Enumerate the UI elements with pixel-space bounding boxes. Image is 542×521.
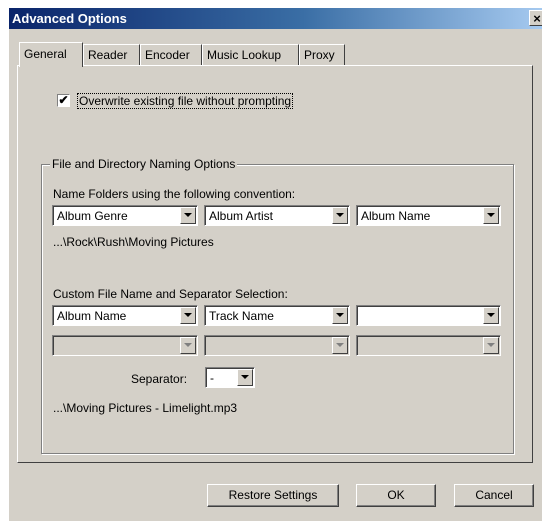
tab-music-lookup-label: Music Lookup — [207, 48, 282, 62]
title-bar: Advanced Options × — [9, 8, 542, 29]
overwrite-checkbox[interactable]: ✔ — [57, 94, 70, 107]
naming-options-title: File and Directory Naming Options — [50, 157, 238, 171]
tab-encoder[interactable]: Encoder — [140, 44, 202, 65]
file-preview: ...\Moving Pictures - Limelight.mp3 — [53, 401, 238, 415]
tab-reader[interactable]: Reader — [83, 44, 140, 65]
separator-select[interactable]: - — [205, 367, 255, 388]
folder-field-1-value: Album Genre — [57, 209, 128, 223]
custom-field-4-select — [52, 335, 198, 356]
tab-encoder-label: Encoder — [145, 48, 190, 62]
folder-preview: ...\Rock\Rush\Moving Pictures — [53, 235, 214, 249]
folder-field-2-value: Album Artist — [209, 209, 274, 223]
chevron-down-icon[interactable] — [332, 207, 348, 224]
chevron-down-icon — [483, 337, 499, 354]
overwrite-label[interactable]: Overwrite existing file without promptin… — [77, 93, 294, 109]
custom-field-2-value: Track Name — [209, 309, 274, 323]
tab-reader-label: Reader — [88, 48, 128, 62]
ok-button[interactable]: OK — [356, 484, 436, 507]
custom-field-2-select[interactable]: Track Name — [204, 305, 350, 326]
tab-proxy[interactable]: Proxy — [299, 44, 345, 65]
folder-field-3-value: Album Name — [361, 209, 431, 223]
cancel-button[interactable]: Cancel — [454, 484, 534, 507]
folder-field-3-select[interactable]: Album Name — [356, 205, 501, 226]
close-icon[interactable]: × — [529, 10, 542, 26]
chevron-down-icon[interactable] — [237, 369, 253, 386]
window-title: Advanced Options — [12, 11, 127, 26]
chevron-down-icon[interactable] — [180, 207, 196, 224]
tab-general-label: General — [24, 47, 67, 61]
custom-field-5-select — [204, 335, 350, 356]
tab-proxy-label: Proxy — [304, 48, 335, 62]
chevron-down-icon — [332, 337, 348, 354]
custom-field-1-value: Album Name — [57, 309, 127, 323]
restore-settings-button[interactable]: Restore Settings — [207, 484, 339, 507]
custom-field-1-select[interactable]: Album Name — [52, 305, 198, 326]
folder-field-1-select[interactable]: Album Genre — [52, 205, 198, 226]
separator-value: - — [210, 371, 214, 385]
separator-label: Separator: — [131, 372, 188, 386]
folder-field-2-select[interactable]: Album Artist — [204, 205, 350, 226]
folder-convention-label: Name Folders using the following convent… — [53, 187, 296, 201]
chevron-down-icon[interactable] — [483, 307, 499, 324]
chevron-down-icon[interactable] — [332, 307, 348, 324]
tab-general[interactable]: General — [19, 42, 83, 67]
custom-filename-label: Custom File Name and Separator Selection… — [53, 287, 288, 301]
custom-field-6-select — [356, 335, 501, 356]
chevron-down-icon — [180, 337, 196, 354]
chevron-down-icon[interactable] — [483, 207, 499, 224]
chevron-down-icon[interactable] — [180, 307, 196, 324]
tab-music-lookup[interactable]: Music Lookup — [202, 44, 299, 65]
custom-field-3-select[interactable] — [356, 305, 501, 326]
